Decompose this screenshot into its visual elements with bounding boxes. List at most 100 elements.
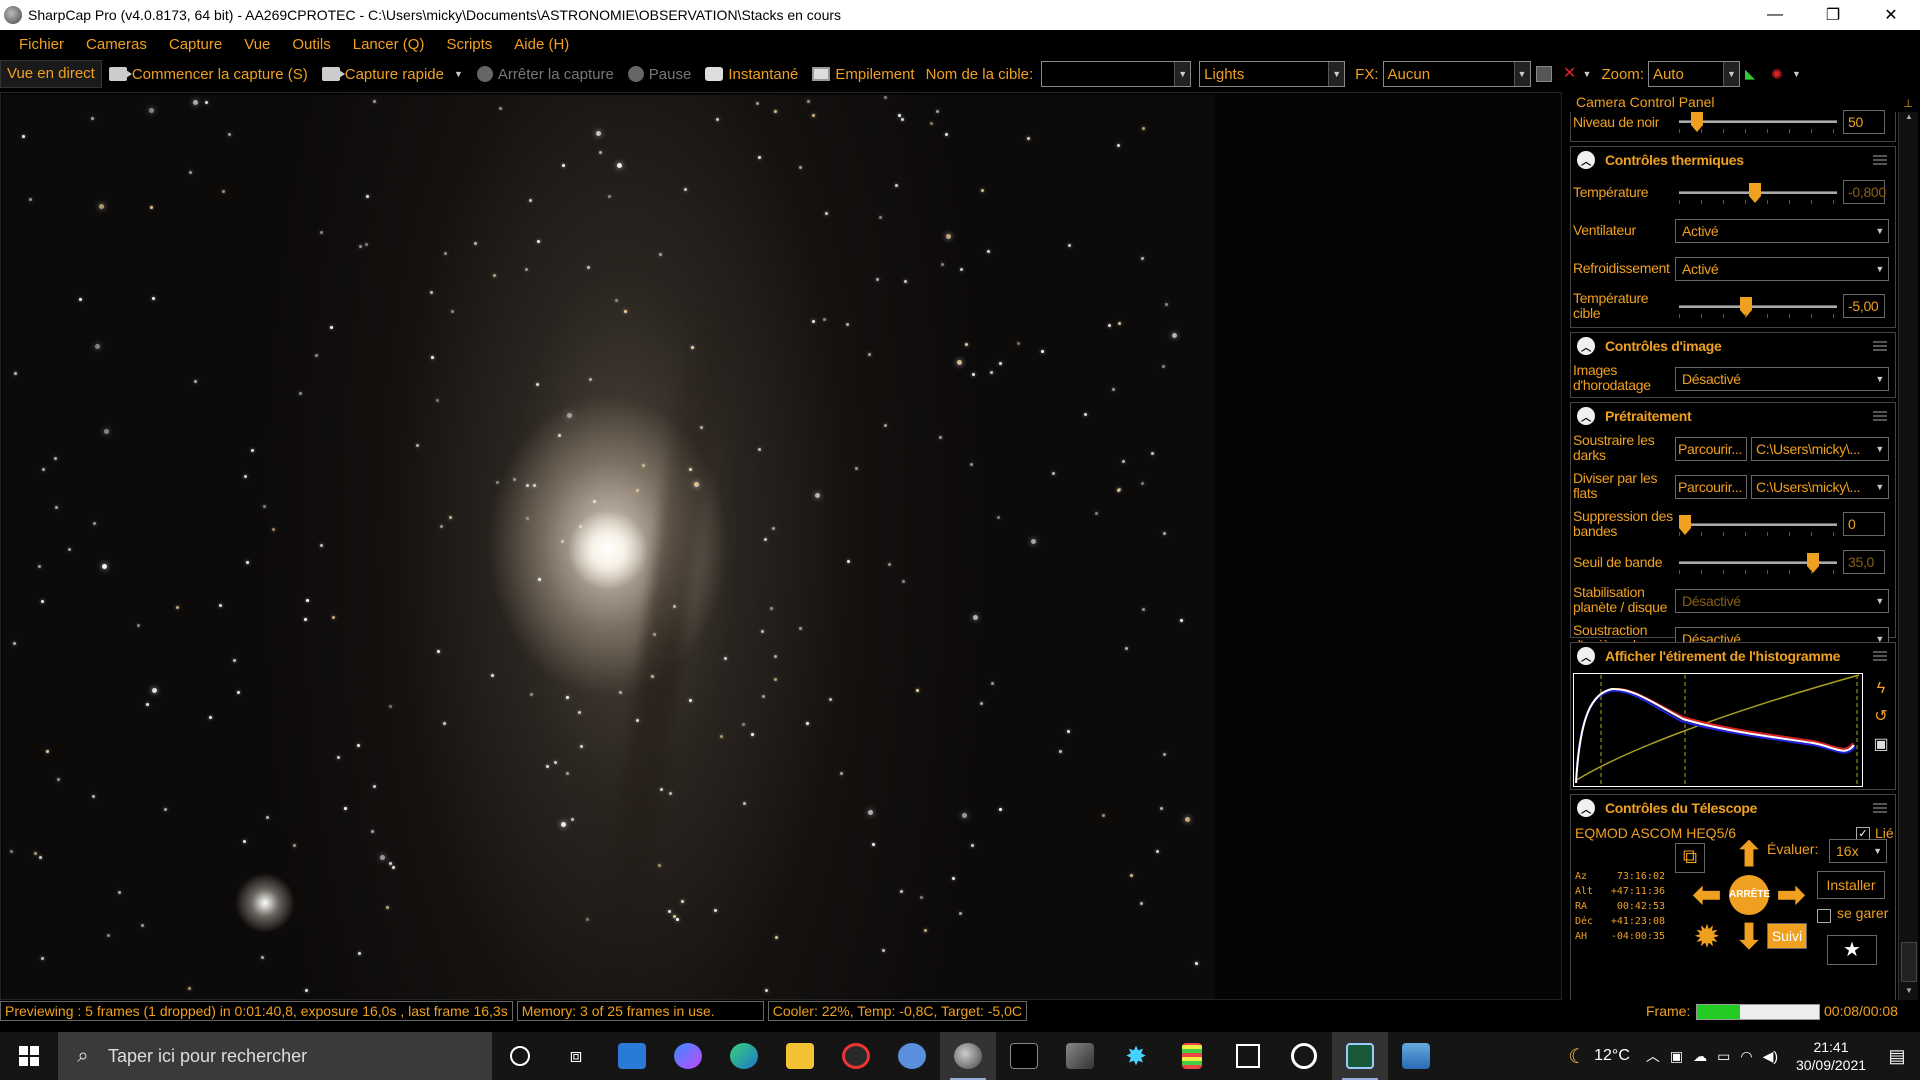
fx-select[interactable]: Aucun ▼ xyxy=(1382,61,1531,87)
battery-icon[interactable]: ▭ xyxy=(1717,1048,1730,1065)
south-arrow-button[interactable]: ⬇ xyxy=(1731,919,1767,955)
west-arrow-button[interactable]: ⬅ xyxy=(1689,877,1725,913)
stacking-button[interactable]: Empilement xyxy=(805,60,921,88)
menu-aide[interactable]: Aide (H) xyxy=(503,36,580,53)
slider-thumb[interactable] xyxy=(1679,515,1691,535)
taskbar-app-bars[interactable] xyxy=(1164,1032,1220,1080)
taskbar-app-spiral[interactable] xyxy=(1276,1032,1332,1080)
device-icon[interactable]: ▣ xyxy=(1670,1048,1683,1065)
start-capture-button[interactable]: Commencer la capture (S) xyxy=(102,60,315,88)
taskbar-app-gray[interactable] xyxy=(1052,1032,1108,1080)
task-view-button[interactable]: ⧈ xyxy=(548,1032,604,1080)
taskbar-explorer[interactable] xyxy=(772,1032,828,1080)
black-level-slider[interactable] xyxy=(1679,112,1837,133)
scroll-down-icon[interactable]: ▼ xyxy=(1899,986,1919,1000)
timestamp-select[interactable]: Désactivé ▼ xyxy=(1675,367,1889,391)
scroll-up-icon[interactable]: ▲ xyxy=(1899,112,1919,126)
chevron-down-icon[interactable]: ▼ xyxy=(1583,69,1592,79)
reticle-icon[interactable] xyxy=(1535,66,1552,82)
reset-icon[interactable]: ↺ xyxy=(1869,705,1893,729)
slider-thumb[interactable] xyxy=(1749,183,1761,203)
preprocessing-header[interactable]: ︿ Prétraitement xyxy=(1571,403,1895,429)
black-level-value[interactable]: 50 xyxy=(1843,110,1885,134)
chevron-down-icon[interactable]: ▼ xyxy=(1513,62,1530,86)
chevron-down-icon[interactable]: ▼ xyxy=(1328,62,1345,86)
chevron-up-icon[interactable]: ︿ xyxy=(1577,151,1595,169)
menu-icon[interactable] xyxy=(1873,411,1887,421)
darks-browse-button[interactable]: Parcourir... xyxy=(1675,437,1747,461)
menu-lancer[interactable]: Lancer (Q) xyxy=(342,36,436,53)
telescope-header[interactable]: ︿ Contrôles du Télescope xyxy=(1571,795,1895,821)
chevron-down-icon[interactable]: ▼ xyxy=(454,69,463,79)
chevron-up-icon[interactable]: ︿ xyxy=(1577,337,1595,355)
taskbar-edge[interactable] xyxy=(716,1032,772,1080)
pause-button[interactable]: Pause xyxy=(621,60,699,88)
menu-icon[interactable] xyxy=(1873,803,1887,813)
scroll-thumb[interactable] xyxy=(1901,942,1917,982)
cooling-select[interactable]: Activé ▼ xyxy=(1675,257,1889,281)
taskbar-sharpcap[interactable] xyxy=(940,1032,996,1080)
slider-thumb[interactable] xyxy=(1740,297,1752,317)
taskbar-app-grid[interactable] xyxy=(1332,1032,1388,1080)
taskbar-app-frame[interactable] xyxy=(1220,1032,1276,1080)
weather-temperature[interactable]: 12°C xyxy=(1594,1047,1630,1065)
histogram-stretch-graph[interactable] xyxy=(1573,673,1863,787)
menu-fichier[interactable]: Fichier xyxy=(8,36,75,53)
fan-select[interactable]: Activé ▼ xyxy=(1675,219,1889,243)
menu-capture[interactable]: Capture xyxy=(158,36,233,53)
banding-slider[interactable] xyxy=(1679,515,1837,536)
east-arrow-button[interactable]: ➡ xyxy=(1773,877,1809,913)
image-viewport[interactable] xyxy=(0,92,1562,1000)
menu-cameras[interactable]: Cameras xyxy=(75,36,158,53)
minimize-button[interactable]: — xyxy=(1746,0,1804,30)
volume-icon[interactable]: ◀) xyxy=(1763,1048,1778,1065)
menu-icon[interactable] xyxy=(1873,155,1887,165)
north-arrow-button[interactable]: ⬆ xyxy=(1731,837,1767,873)
zoom-select[interactable]: Auto ▼ xyxy=(1647,61,1740,87)
taskbar-photos[interactable] xyxy=(1388,1032,1444,1080)
chevron-down-icon[interactable]: ▼ xyxy=(1174,62,1191,86)
cloud-icon[interactable]: ☁ xyxy=(1693,1048,1707,1065)
slider-thumb[interactable] xyxy=(1807,553,1819,573)
thermal-header[interactable]: ︿ Contrôles thermiques xyxy=(1571,147,1895,173)
taskbar-mail[interactable] xyxy=(604,1032,660,1080)
snapshot-button[interactable]: Instantané xyxy=(698,60,805,88)
menu-scripts[interactable]: Scripts xyxy=(435,36,503,53)
flats-path-select[interactable]: C:\Users\micky\... ▼ xyxy=(1751,475,1889,499)
home-target-icon[interactable]: ✹ xyxy=(1689,919,1725,955)
image-controls-header[interactable]: ︿ Contrôles d'image xyxy=(1571,333,1895,359)
band-threshold-slider[interactable] xyxy=(1679,553,1837,574)
stabilization-select[interactable]: Désactivé ▼ xyxy=(1675,589,1889,613)
frame-type-select[interactable]: Lights ▼ xyxy=(1199,61,1346,87)
menu-icon[interactable] xyxy=(1873,651,1887,661)
menu-icon[interactable] xyxy=(1873,341,1887,351)
taskbar-app-red[interactable] xyxy=(828,1032,884,1080)
target-name-input[interactable]: ▼ xyxy=(1041,61,1192,87)
chevron-down-icon[interactable]: ▼ xyxy=(1722,62,1739,86)
taskbar-app-pro[interactable] xyxy=(996,1032,1052,1080)
quick-capture-button[interactable]: Capture rapide ▼ xyxy=(315,60,470,88)
star-icon[interactable]: ★ xyxy=(1827,935,1877,965)
start-button[interactable] xyxy=(0,1032,58,1080)
chevron-up-icon[interactable]: ︿ xyxy=(1577,407,1595,425)
taskbar-app-star[interactable]: ✸ xyxy=(1108,1032,1164,1080)
target-temp-slider[interactable] xyxy=(1679,297,1837,318)
chevron-up-icon[interactable]: ︿ xyxy=(1577,647,1595,665)
stop-slew-button[interactable]: ARRÊTE xyxy=(1729,875,1770,915)
slider-thumb[interactable] xyxy=(1691,112,1703,132)
banding-value[interactable]: 0 xyxy=(1843,512,1885,536)
tracking-button[interactable]: Suivi xyxy=(1767,923,1807,949)
clock[interactable]: 21:41 30/09/2021 xyxy=(1788,1038,1874,1074)
live-view-button[interactable]: Vue en direct xyxy=(0,60,102,88)
crosshair-icon[interactable]: ✕ xyxy=(1562,66,1578,82)
target-temp-value[interactable]: -5,00 xyxy=(1843,294,1885,318)
goto-icon[interactable]: ⧉ xyxy=(1675,843,1705,873)
save-icon[interactable]: ▣ xyxy=(1869,733,1893,757)
rate-select[interactable]: 16x ▼ xyxy=(1829,839,1887,863)
wifi-icon[interactable]: ◠ xyxy=(1740,1048,1752,1065)
sun-icon[interactable]: ✺ xyxy=(1771,66,1787,82)
panel-scrollbar[interactable]: ▲ ▼ xyxy=(1898,112,1918,1000)
notifications-icon[interactable]: ▤ xyxy=(1874,1046,1920,1067)
flats-browse-button[interactable]: Parcourir... xyxy=(1675,475,1747,499)
temperature-slider[interactable] xyxy=(1679,183,1837,204)
